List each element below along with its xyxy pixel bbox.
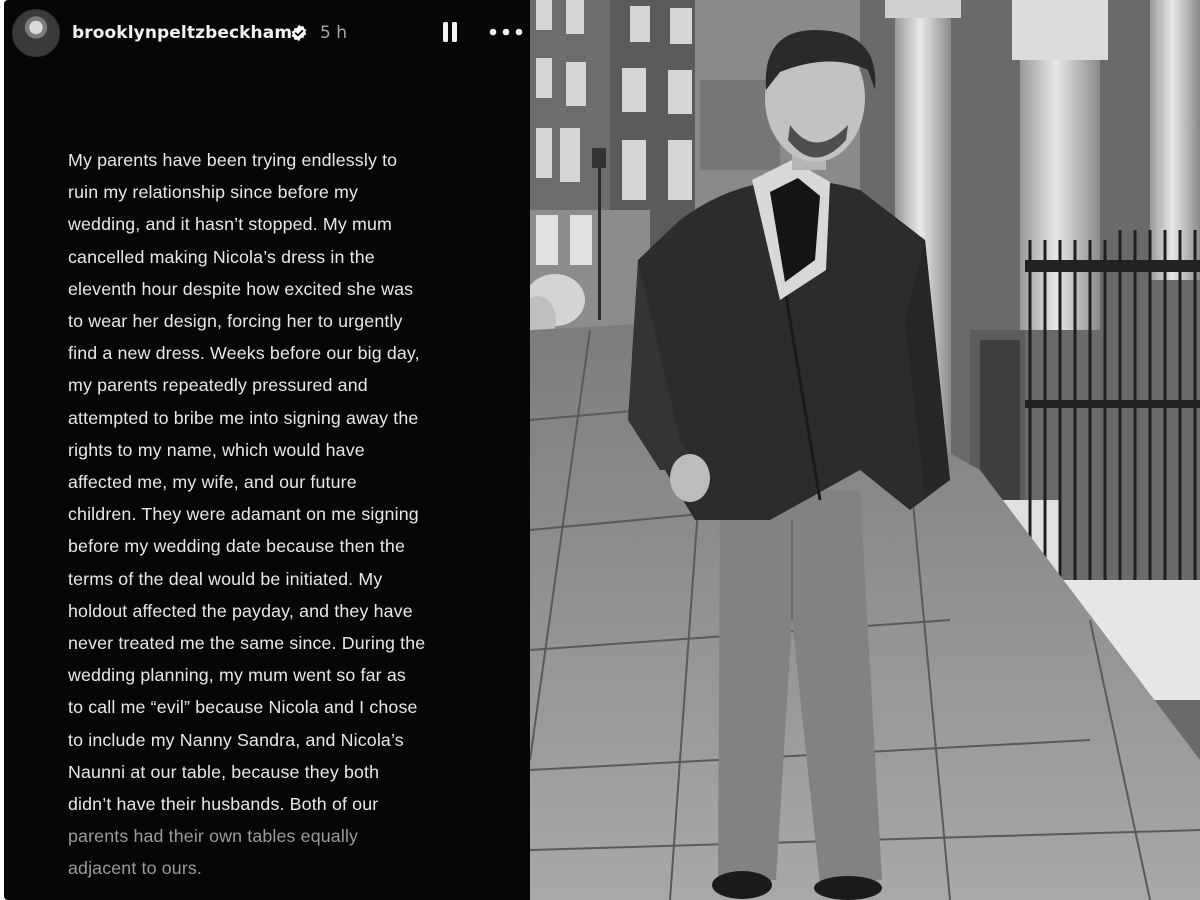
story-text-line: to include my Nanny Sandra, and Nicola’s [68, 729, 404, 750]
story-panel: brooklynpeltzbeckham 5 h My parents have… [4, 0, 530, 900]
story-text-line: my parents repeatedly pressured and [68, 375, 368, 396]
story-text-line: holdout affected the payday, and they ha… [68, 600, 413, 621]
story-text-line: terms of the deal would be initiated. My [68, 568, 383, 589]
story-text-line: cancelled making Nicola’s dress in the [68, 246, 375, 267]
story-text-line: parents had their own tables equally [68, 826, 359, 847]
pause-icon[interactable] [440, 21, 460, 43]
story-text-line: to call me “evil” because Nicola and I c… [68, 697, 418, 718]
story-photo [530, 0, 1200, 900]
story-text-line: ruin my relationship since before my [68, 182, 359, 203]
verified-badge-icon [291, 24, 307, 42]
story-message: My parents have been trying endlessly to… [68, 144, 508, 885]
story-text-line: to wear her design, forcing her to urgen… [68, 311, 403, 332]
story-text-line: before my wedding date because then the [68, 536, 406, 557]
story-text-line: wedding planning, my mum went so far as [68, 665, 406, 686]
username[interactable]: brooklynpeltzbeckham [72, 23, 292, 43]
story-text-line: attempted to bribe me into signing away … [68, 407, 419, 428]
story-text-line: children. They were adamant on me signin… [68, 504, 419, 525]
photo-image [530, 0, 1200, 900]
story-header: brooklynpeltzbeckham 5 h [4, 0, 530, 70]
story-text-line: affected me, my wife, and our future [68, 472, 357, 493]
story-text-line: Naunni at our table, because they both [68, 761, 380, 782]
story-text-line: wedding, and it hasn’t stopped. My mum [68, 214, 392, 235]
story-text-line: find a new dress. Weeks before our big d… [68, 343, 420, 364]
story-text-line: didn’t have their husbands. Both of our [68, 794, 379, 815]
story-text-line: My parents have been trying endlessly to [68, 150, 398, 170]
story-text-line: eleventh hour despite how excited she wa… [68, 278, 414, 299]
post-time: 5 h [320, 23, 347, 43]
story-screenshot: brooklynpeltzbeckham 5 h My parents have… [0, 0, 1200, 900]
profile-avatar[interactable] [12, 9, 60, 57]
story-text-line: rights to my name, which would have [68, 439, 365, 460]
story-text-line: never treated me the same since. During … [68, 633, 426, 654]
story-text-line: adjacent to ours. [68, 858, 203, 879]
more-options-icon[interactable] [488, 21, 524, 43]
